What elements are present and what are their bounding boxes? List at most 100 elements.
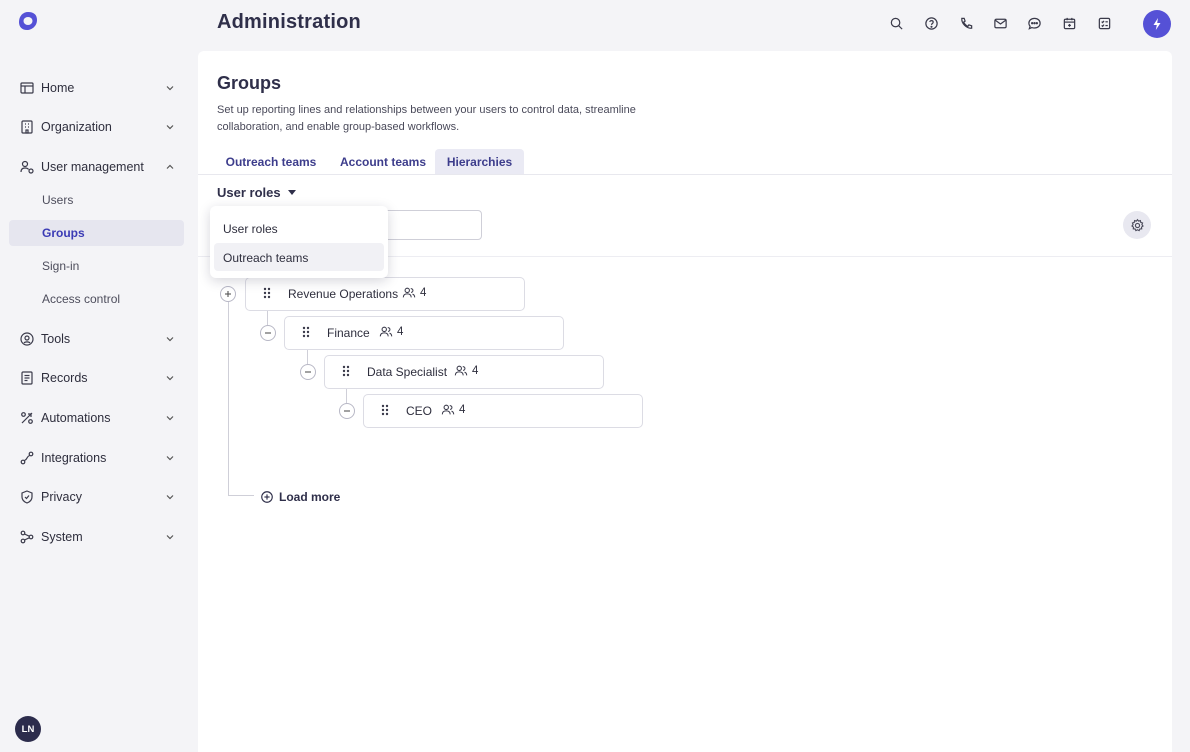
minus-icon — [265, 332, 271, 334]
plus-icon — [225, 291, 231, 297]
gear-icon — [1130, 218, 1144, 231]
sidebar-item-label: System — [41, 530, 83, 544]
member-count: 4 — [441, 403, 465, 417]
tree-node[interactable]: Finance 4 — [284, 316, 564, 350]
load-more-button[interactable]: Load more — [260, 490, 340, 504]
dropdown-selected-value: User roles — [217, 185, 281, 200]
sidebar-item-user-management[interactable]: User management — [9, 152, 184, 182]
minus-icon — [305, 371, 311, 373]
menu-item-user-roles[interactable]: User roles — [214, 214, 384, 242]
menu-item-outreach-teams[interactable]: Outreach teams — [214, 243, 384, 271]
minus-icon — [344, 410, 350, 412]
sidebar-subitem-access-control[interactable]: Access control — [9, 286, 184, 312]
chevron-down-icon — [166, 495, 174, 500]
member-count: 4 — [454, 364, 478, 378]
chat-icon — [1027, 17, 1041, 30]
system-icon — [20, 530, 34, 544]
node-name: CEO — [406, 404, 433, 418]
phone-icon — [960, 17, 972, 29]
chevron-down-icon — [166, 86, 174, 91]
drag-handle-icon[interactable] — [263, 287, 271, 299]
users-icon — [379, 326, 393, 337]
sidebar-subitem-sign-in[interactable]: Sign-in — [9, 253, 184, 279]
collapse-toggle[interactable] — [339, 403, 355, 419]
tree-node[interactable]: CEO 4 — [363, 394, 643, 428]
search-icon — [890, 17, 903, 30]
search-button[interactable] — [885, 12, 907, 34]
users-icon — [454, 365, 468, 376]
section-title: Groups — [217, 73, 282, 93]
sidebar-item-automations[interactable]: Automations — [9, 403, 184, 433]
expand-toggle[interactable] — [220, 286, 236, 302]
tree-node[interactable]: Data Specialist 4 — [324, 355, 604, 389]
user-avatar[interactable]: LN — [15, 716, 41, 742]
chevron-down-icon — [166, 456, 174, 461]
sidebar-item-label: Automations — [41, 411, 111, 425]
tasks-button[interactable] — [1093, 12, 1115, 34]
sidebar-item-label: Organization — [41, 120, 112, 134]
tree-connector — [228, 300, 229, 495]
mail-icon — [993, 18, 1007, 28]
member-count: 4 — [402, 286, 426, 300]
plus-circle-icon — [261, 491, 273, 503]
email-button[interactable] — [989, 12, 1011, 34]
tree-node[interactable]: Revenue Operations 4 — [245, 277, 525, 311]
tabs-divider — [198, 174, 1172, 175]
automations-icon — [21, 412, 33, 424]
records-icon — [21, 371, 33, 385]
drag-handle-icon[interactable] — [302, 326, 310, 338]
integrations-icon — [20, 451, 34, 465]
sidebar-item-label: Integrations — [41, 451, 107, 465]
collapse-toggle[interactable] — [260, 325, 276, 341]
chevron-down-icon — [166, 416, 174, 421]
chevron-up-icon — [166, 164, 174, 169]
tab-hierarchies[interactable]: Hierarchies — [435, 149, 524, 175]
search-input[interactable] — [378, 210, 482, 240]
calendar-button[interactable] — [1058, 12, 1080, 34]
chevron-down-icon — [166, 535, 174, 540]
main-panel: Groups Set up reporting lines and relati… — [198, 51, 1172, 752]
drag-handle-icon[interactable] — [381, 404, 389, 416]
hierarchy-type-dropdown[interactable]: User roles — [217, 185, 296, 200]
users-icon — [20, 160, 34, 174]
hierarchy-type-menu: User roles Outreach teams — [210, 206, 388, 278]
sidebar-item-home[interactable]: Home — [9, 73, 184, 103]
sidebar-item-system[interactable]: System — [9, 522, 184, 552]
chevron-down-icon — [166, 125, 174, 130]
outreach-logo-icon[interactable] — [17, 10, 39, 32]
help-icon — [924, 16, 938, 30]
page-title: Administration — [217, 11, 361, 33]
calendar-icon — [1063, 17, 1075, 29]
sidebar-item-records[interactable]: Records — [9, 363, 184, 393]
sidebar-item-label: Records — [41, 371, 88, 385]
phone-button[interactable] — [955, 12, 977, 34]
node-name: Revenue Operations — [288, 287, 399, 301]
sidebar: Home Organization User management Users … — [0, 0, 197, 752]
sidebar-item-organization[interactable]: Organization — [9, 112, 184, 142]
help-button[interactable] — [920, 12, 942, 34]
building-icon — [21, 120, 33, 134]
drag-handle-icon[interactable] — [342, 365, 350, 377]
chat-button[interactable] — [1023, 12, 1045, 34]
node-name: Finance — [327, 326, 370, 340]
tab-account-teams[interactable]: Account teams — [331, 149, 435, 175]
sidebar-item-label: User management — [41, 160, 144, 174]
chevron-down-icon — [166, 337, 174, 342]
tools-icon — [20, 332, 34, 346]
quick-actions-button[interactable] — [1143, 10, 1171, 38]
sidebar-item-label: Home — [41, 81, 75, 95]
sidebar-item-integrations[interactable]: Integrations — [9, 443, 184, 473]
tab-outreach-teams[interactable]: Outreach teams — [217, 149, 325, 175]
sidebar-item-tools[interactable]: Tools — [9, 324, 184, 354]
settings-button[interactable] — [1123, 211, 1151, 239]
sidebar-subitem-users[interactable]: Users — [9, 187, 184, 213]
sidebar-item-privacy[interactable]: Privacy — [9, 482, 184, 512]
node-name: Data Specialist — [367, 365, 448, 379]
users-icon — [402, 287, 416, 298]
caret-down-icon — [287, 190, 296, 195]
sidebar-subitem-groups[interactable]: Groups — [9, 220, 184, 246]
section-description: Set up reporting lines and relationships… — [217, 104, 636, 133]
home-icon — [20, 82, 34, 94]
users-icon — [441, 404, 455, 415]
collapse-toggle[interactable] — [300, 364, 316, 380]
